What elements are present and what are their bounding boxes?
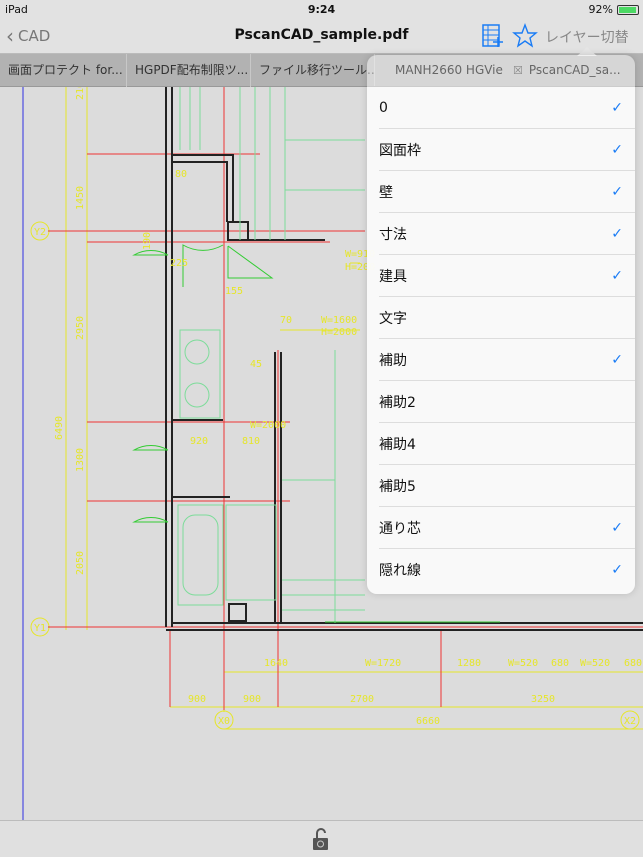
layer-label: 補助5: [379, 478, 416, 495]
tab-document[interactable]: HGPDF配布制限ツ...: [127, 54, 251, 87]
dim-label: 3250: [531, 694, 555, 705]
note: W=1600: [321, 315, 357, 326]
checkmark-icon: ✓: [611, 141, 623, 158]
battery-percent: 92%: [588, 3, 613, 16]
layer-row[interactable]: 文字: [379, 297, 635, 339]
layer-label: 図面枠: [379, 142, 421, 159]
dim-label: 2700: [350, 694, 374, 705]
note: H=2000: [321, 327, 357, 338]
checkmark-icon: ✓: [611, 99, 623, 116]
tab-label: PscanCAD_sa...: [528, 63, 621, 77]
layer-row[interactable]: 補助2: [379, 381, 635, 423]
checkmark-icon: ✓: [611, 519, 623, 536]
back-button[interactable]: ‹ CAD: [6, 26, 50, 46]
tab-label: MANH2660 HGVie...: [395, 63, 505, 77]
dim-label: 900: [188, 694, 206, 705]
dim-label: W=1720: [365, 658, 401, 669]
dim-vertical: 210: [75, 87, 86, 100]
layer-row[interactable]: 寸法 ✓: [379, 213, 635, 255]
layer-label: 0: [379, 99, 388, 116]
layer-row[interactable]: 0 ✓: [379, 87, 635, 129]
checkmark-icon: ✓: [611, 225, 623, 242]
layer-label: 隠れ線: [379, 563, 421, 579]
layer-switch-button[interactable]: レイヤー切替: [545, 27, 629, 47]
unlock-icon[interactable]: [312, 827, 330, 851]
layer-row[interactable]: 補助5: [379, 465, 635, 507]
tab-document[interactable]: 画面プロテクト for...: [0, 54, 127, 87]
layer-label: 補助: [379, 352, 407, 369]
layer-row[interactable]: 補助4: [379, 423, 635, 465]
dim-label: 1640: [264, 658, 288, 669]
bottom-toolbar: [0, 820, 643, 857]
layer-label: 補助2: [379, 394, 416, 411]
dim-vertical: 6490: [54, 416, 65, 440]
grid-label-y2: Y2: [34, 227, 46, 238]
layer-row[interactable]: 建具 ✓: [379, 255, 635, 297]
layer-label: 寸法: [379, 226, 407, 243]
layer-label: 補助4: [379, 436, 416, 453]
clock: 9:24: [307, 3, 336, 16]
note: 920: [190, 436, 208, 447]
checkmark-icon: ✓: [611, 351, 623, 368]
note: 45: [250, 359, 262, 370]
dim-label: W=520: [580, 658, 610, 669]
note: 810: [242, 436, 260, 447]
chevron-left-icon: ‹: [6, 24, 14, 48]
note: 80: [175, 169, 187, 180]
tab-document-active[interactable]: ☒ PscanCAD_sa...: [505, 54, 643, 87]
note: W=2000: [250, 420, 286, 431]
tab-document[interactable]: MANH2660 HGVie...: [375, 54, 505, 87]
layer-label: 壁: [379, 184, 393, 201]
dim-label: 900: [243, 694, 261, 705]
dim-label: W=520: [508, 658, 538, 669]
dim-vertical: 1300: [75, 448, 86, 472]
note: 70: [280, 315, 292, 326]
layer-label: 通り芯: [379, 520, 421, 537]
dim-vertical: 1450: [75, 186, 86, 210]
star-icon[interactable]: [512, 23, 538, 49]
dim-label: 1280: [457, 658, 481, 669]
dim-label: 680: [551, 658, 569, 669]
grid-label-y1: Y1: [34, 623, 46, 634]
checkmark-icon: ✓: [611, 562, 623, 578]
dim-total: 6660: [416, 716, 440, 727]
navigation-bar: ‹ CAD PscanCAD_sample.pdf レイヤー切替: [0, 20, 643, 54]
close-tab-icon[interactable]: ☒: [513, 54, 523, 87]
grid-add-icon[interactable]: [482, 24, 504, 48]
layer-row[interactable]: 補助 ✓: [379, 339, 635, 381]
dim-vertical: 2950: [75, 316, 86, 340]
layer-row[interactable]: 隠れ線 ✓: [379, 549, 635, 591]
note: 155: [225, 286, 243, 297]
dim-vertical: 2050: [75, 551, 86, 575]
note: 225: [170, 258, 188, 269]
grid-label-x2: X2: [624, 716, 636, 727]
checkmark-icon: ✓: [611, 183, 623, 200]
status-bar: iPad 9:24 92%: [0, 0, 643, 20]
layer-row[interactable]: 図面枠 ✓: [379, 129, 635, 171]
checkmark-icon: ✓: [611, 267, 623, 284]
layer-label: 文字: [379, 310, 407, 327]
document-tab-bar: 画面プロテクト for... HGPDF配布制限ツ... ファイル移行ツール..…: [0, 54, 643, 87]
tab-document[interactable]: ファイル移行ツール...: [251, 54, 375, 87]
grid-label-x0: X0: [218, 716, 230, 727]
layer-row[interactable]: 壁 ✓: [379, 171, 635, 213]
battery-icon: [617, 5, 639, 15]
dim-label: 680: [624, 658, 642, 669]
layer-popover: 0 ✓ 図面枠 ✓ 壁 ✓ 寸法 ✓ 建具 ✓ 文字 補助 ✓ 補助2 補助4 補助5 通り芯 ✓ 隠れ線 ✓: [367, 55, 635, 594]
layer-label: 建具: [379, 268, 407, 285]
layer-row[interactable]: 通り芯 ✓: [379, 507, 635, 549]
note: 190: [142, 232, 153, 250]
back-label: CAD: [18, 27, 51, 45]
